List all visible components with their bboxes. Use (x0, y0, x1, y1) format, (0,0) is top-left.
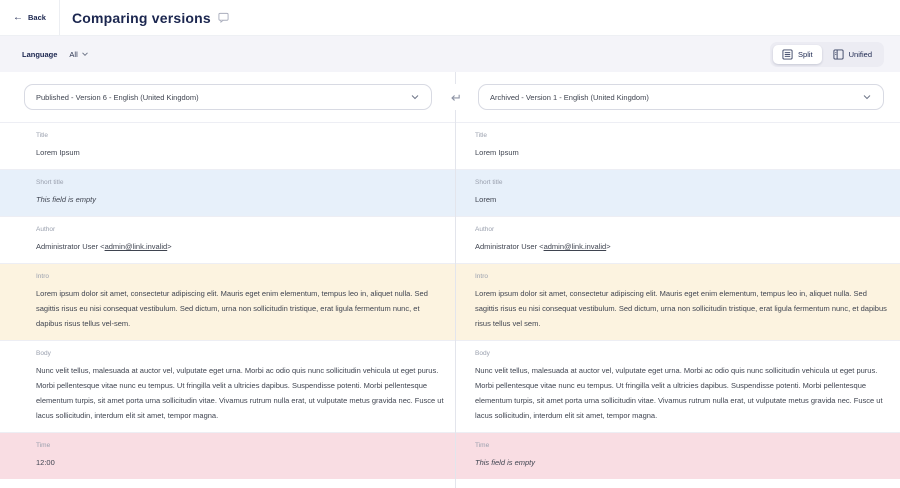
field-label: Body (475, 350, 892, 357)
right-version-dropdown[interactable]: Archived - Version 1 - English (United K… (478, 84, 884, 110)
chevron-down-icon (862, 92, 872, 102)
email-link[interactable]: admin@link.invalid (544, 242, 607, 251)
language-value: All (69, 50, 77, 59)
field-rows: Title Lorem Ipsum Title Lorem Ipsum Short ti… (0, 122, 900, 479)
short-title-left-cell: Short title This field is empty (0, 170, 455, 216)
short-title-right-cell: Short title Lorem (455, 170, 900, 216)
split-view-label: Split (798, 50, 813, 59)
back-arrow-icon: ← (13, 13, 23, 23)
field-value: Lorem ipsum dolor sit amet, consectetur … (475, 286, 892, 331)
field-label: Intro (475, 273, 892, 280)
time-left-cell: Time 12:00 (0, 433, 455, 479)
language-label: Language (22, 50, 57, 59)
title-left-cell: Title Lorem Ipsum (0, 123, 455, 169)
unified-view-label: Unified (849, 50, 872, 59)
back-label: Back (28, 13, 46, 22)
field-value: This field is empty (475, 455, 892, 470)
field-value: This field is empty (36, 192, 447, 207)
field-value: Administrator User <admin@link.invalid> (36, 239, 447, 254)
back-button[interactable]: ← Back (0, 0, 60, 35)
swap-versions-button[interactable] (432, 84, 478, 110)
field-label: Author (36, 226, 447, 233)
split-view-button[interactable]: Split (773, 45, 822, 64)
body-left-cell: Body Nunc velit tellus, malesuada at auct… (0, 341, 455, 432)
field-label: Short title (475, 179, 892, 186)
title-right-cell: Title Lorem Ipsum (455, 123, 900, 169)
field-value: Lorem Ipsum (475, 145, 892, 160)
field-row-body: Body Nunc velit tellus, malesuada at auct… (0, 340, 900, 432)
author-left-cell: Author Administrator User <admin@link.inv… (0, 217, 455, 263)
split-view-icon (782, 49, 793, 60)
field-value: 12:00 (36, 455, 447, 470)
body-right-cell: Body Nunc velit tellus, malesuada at auct… (455, 341, 900, 432)
left-version-dropdown[interactable]: Published - Version 6 - English (United … (24, 84, 432, 110)
field-label: Title (36, 132, 447, 139)
comment-icon (218, 12, 229, 23)
field-label: Intro (36, 273, 447, 280)
field-value: Nunc velit tellus, malesuada at auctor v… (475, 363, 892, 423)
view-toggle: Split Unified (770, 42, 884, 67)
field-label: Body (36, 350, 447, 357)
email-link[interactable]: admin@link.invalid (105, 242, 168, 251)
unified-view-icon (833, 49, 844, 60)
field-row-time: Time 12:00 Time This field is empty (0, 432, 900, 479)
language-dropdown[interactable]: All (69, 50, 88, 59)
field-label: Author (475, 226, 892, 233)
column-divider (455, 72, 456, 488)
field-label: Time (36, 442, 447, 449)
field-row-intro: Intro Lorem ipsum dolor sit amet, consect… (0, 263, 900, 340)
time-right-cell: Time This field is empty (455, 433, 900, 479)
field-label: Short title (36, 179, 447, 186)
intro-left-cell: Intro Lorem ipsum dolor sit amet, consect… (0, 264, 455, 340)
field-row-short-title: Short titleThis field is emptyShort titl… (0, 169, 900, 216)
language-group: Language All (22, 50, 89, 59)
chevron-down-icon (81, 50, 89, 58)
left-version-value: Published - Version 6 - English (United … (36, 93, 199, 102)
swap-icon (449, 92, 462, 103)
field-value: Administrator User <admin@link.invalid> (475, 239, 892, 254)
comparison-area: Published - Version 6 - English (United … (0, 72, 900, 488)
right-version-value: Archived - Version 1 - English (United K… (490, 93, 649, 102)
toolbar: Language All Split (0, 36, 900, 72)
chevron-down-icon (410, 92, 420, 102)
field-row-title: Title Lorem Ipsum Title Lorem Ipsum (0, 122, 900, 169)
field-label: Title (475, 132, 892, 139)
field-row-author: Author Administrator User <admin@link.inv… (0, 216, 900, 263)
field-label: Time (475, 442, 892, 449)
page-title: Comparing versions (72, 10, 211, 26)
author-right-cell: Author Administrator User <admin@link.inv… (455, 217, 900, 263)
unified-view-button[interactable]: Unified (824, 45, 881, 64)
field-value: Lorem Ipsum (36, 145, 447, 160)
version-selectors: Published - Version 6 - English (United … (0, 72, 900, 122)
intro-right-cell: Intro Lorem ipsum dolor sit amet, consect… (455, 264, 900, 340)
header: ← Back Comparing versions (0, 0, 900, 36)
field-value: Lorem (475, 192, 892, 207)
field-value: Nunc velit tellus, malesuada at auctor v… (36, 363, 447, 423)
field-value: Lorem ipsum dolor sit amet, consectetur … (36, 286, 447, 331)
